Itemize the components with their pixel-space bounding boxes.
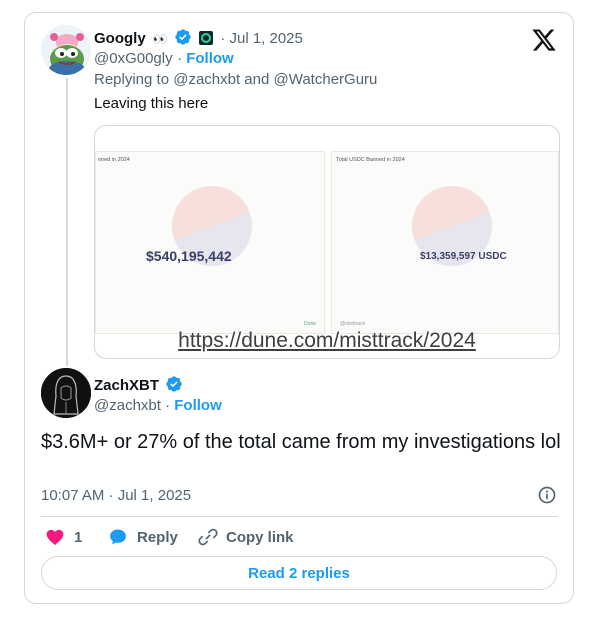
right-panel-footer: @misttrack: [340, 321, 366, 327]
x-logo-icon[interactable]: [531, 27, 557, 53]
reply-button[interactable]: Reply: [108, 526, 178, 548]
avatar-googly[interactable]: [41, 25, 91, 75]
handle-googly[interactable]: @0xG00gly: [94, 50, 173, 67]
left-panel-title: oned in 2024: [98, 157, 130, 163]
reply-label: Reply: [137, 528, 178, 546]
heart-icon: [46, 529, 64, 545]
follow-googly-button[interactable]: Follow: [186, 50, 234, 67]
separator-dot: ·: [160, 397, 175, 414]
like-count: 1: [74, 528, 83, 546]
affiliate-logo-icon: [199, 31, 214, 45]
replying-prefix: Replying to: [94, 71, 174, 88]
replying-and: and: [240, 71, 274, 88]
read-replies-button[interactable]: Read 2 replies: [41, 556, 557, 590]
avatar-zachxbt[interactable]: [41, 368, 91, 418]
media-url-text: https://dune.com/misttrack/2024: [178, 329, 476, 352]
author-name-googly[interactable]: Googly: [94, 30, 146, 47]
copy-link-button[interactable]: Copy link: [198, 526, 294, 548]
main-tweet-text: $3.6M+ or 27% of the total came from my …: [41, 431, 561, 453]
reply-bubble-icon: [110, 529, 126, 545]
like-button[interactable]: 1: [45, 526, 82, 548]
eyes-emoji: 👀: [152, 32, 168, 46]
follow-zachxbt-button[interactable]: Follow: [174, 397, 222, 414]
link-icon: [198, 528, 218, 546]
left-panel: oned in 2024 $540,195,442 Dune: [95, 151, 325, 334]
info-icon[interactable]: [537, 485, 557, 505]
reply-mention-watcherguru[interactable]: @WatcherGuru: [274, 71, 378, 88]
tweet-timestamp[interactable]: 10:07 AM · Jul 1, 2025: [41, 487, 191, 504]
replying-to-line: Replying to @zachxbt and @WatcherGuru: [94, 71, 377, 88]
media-image[interactable]: oned in 2024 $540,195,442 Dune Total USD…: [94, 125, 560, 359]
separator-dot: ·: [177, 50, 187, 67]
verified-badge-icon: [166, 376, 183, 392]
author-name-zachxbt[interactable]: ZachXBT: [94, 377, 159, 394]
divider: [41, 516, 558, 517]
left-panel-value: $540,195,442: [146, 248, 232, 264]
verified-badge-icon: [175, 29, 191, 45]
quoted-tweet-text: Leaving this here: [94, 95, 209, 112]
handle-zachxbt[interactable]: @zachxbt: [94, 397, 161, 414]
reply-mention-zachxbt[interactable]: @zachxbt: [173, 71, 240, 88]
thread-line: [66, 78, 68, 366]
right-panel: Total USDC Banned in 2024 $13,359,597 US…: [331, 151, 559, 334]
copy-link-label: Copy link: [226, 528, 294, 546]
right-panel-value: $13,359,597 USDC: [420, 251, 507, 262]
left-panel-footer: Dune: [304, 321, 316, 327]
quoted-date[interactable]: · Jul 1, 2025: [220, 30, 303, 47]
right-panel-title: Total USDC Banned in 2024: [336, 157, 405, 163]
